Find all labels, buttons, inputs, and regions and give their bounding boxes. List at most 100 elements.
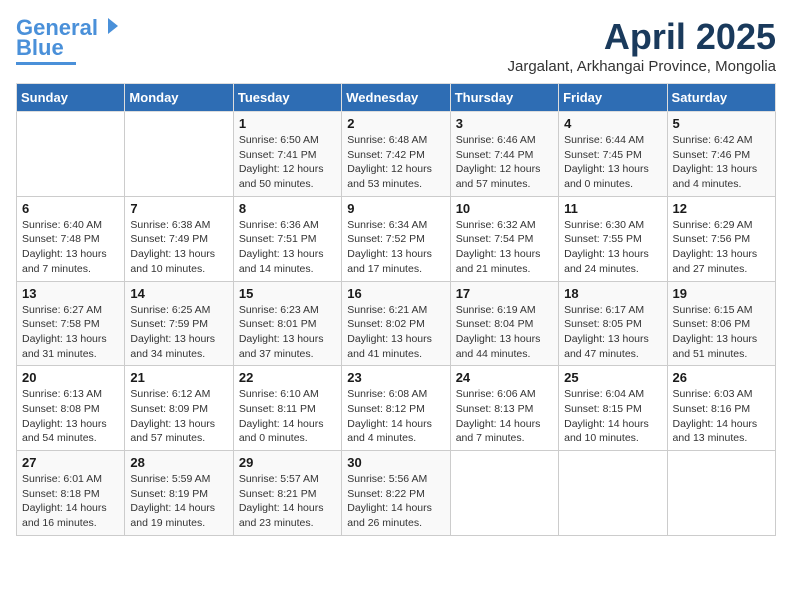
day-number: 24	[456, 370, 553, 385]
calendar-cell: 4 Sunrise: 6:44 AMSunset: 7:45 PMDaylight…	[559, 112, 667, 197]
day-info: Sunrise: 6:29 AMSunset: 7:56 PMDaylight:…	[673, 218, 770, 277]
day-info: Sunrise: 6:50 AMSunset: 7:41 PMDaylight:…	[239, 133, 336, 192]
calendar-cell: 7Sunrise: 6:38 AMSunset: 7:49 PMDaylight…	[125, 196, 233, 281]
day-number: 17	[456, 286, 553, 301]
day-number: 25	[564, 370, 661, 385]
day-info: Sunrise: 6:40 AMSunset: 7:48 PMDaylight:…	[22, 218, 119, 277]
day-number: 9	[347, 201, 444, 216]
logo-underline	[16, 62, 76, 65]
header-saturday: Saturday	[667, 84, 775, 112]
page-header: General Blue April 2025 Jargalant, Arkha…	[16, 16, 776, 75]
calendar-cell: 16Sunrise: 6:21 AMSunset: 8:02 PMDayligh…	[342, 281, 450, 366]
day-info: Sunrise: 5:57 AMSunset: 8:21 PMDaylight:…	[239, 472, 336, 531]
day-info: Sunrise: 6:12 AMSunset: 8:09 PMDaylight:…	[130, 387, 227, 446]
calendar-cell: 10Sunrise: 6:32 AMSunset: 7:54 PMDayligh…	[450, 196, 558, 281]
calendar-cell: 18Sunrise: 6:17 AMSunset: 8:05 PMDayligh…	[559, 281, 667, 366]
day-number: 4	[564, 116, 661, 131]
day-number: 3	[456, 116, 553, 131]
calendar-header: SundayMondayTuesdayWednesdayThursdayFrid…	[17, 84, 776, 112]
calendar-cell: 26Sunrise: 6:03 AMSunset: 8:16 PMDayligh…	[667, 366, 775, 451]
day-info: Sunrise: 6:25 AMSunset: 7:59 PMDaylight:…	[130, 303, 227, 362]
day-number: 13	[22, 286, 119, 301]
calendar-cell: 17 Sunrise: 6:19 AMSunset: 8:04 PMDayligh…	[450, 281, 558, 366]
calendar-cell: 5 Sunrise: 6:42 AMSunset: 7:46 PMDaylight…	[667, 112, 775, 197]
calendar-table: SundayMondayTuesdayWednesdayThursdayFrid…	[16, 83, 776, 536]
calendar-cell: 21 Sunrise: 6:12 AMSunset: 8:09 PMDayligh…	[125, 366, 233, 451]
day-info: Sunrise: 6:30 AMSunset: 7:55 PMDaylight:…	[564, 218, 661, 277]
day-info: Sunrise: 6:42 AMSunset: 7:46 PMDaylight:…	[673, 133, 770, 192]
day-number: 5	[673, 116, 770, 131]
header-thursday: Thursday	[450, 84, 558, 112]
day-info: Sunrise: 6:34 AMSunset: 7:52 PMDaylight:…	[347, 218, 444, 277]
calendar-cell: 25 Sunrise: 6:04 AMSunset: 8:15 PMDayligh…	[559, 366, 667, 451]
day-number: 10	[456, 201, 553, 216]
calendar-cell: 1 Sunrise: 6:50 AMSunset: 7:41 PMDaylight…	[233, 112, 341, 197]
day-info: Sunrise: 6:17 AMSunset: 8:05 PMDaylight:…	[564, 303, 661, 362]
day-info: Sunrise: 5:56 AMSunset: 8:22 PMDaylight:…	[347, 472, 444, 531]
logo: General Blue	[16, 16, 120, 65]
day-number: 15	[239, 286, 336, 301]
day-number: 19	[673, 286, 770, 301]
day-number: 28	[130, 455, 227, 470]
day-number: 1	[239, 116, 336, 131]
calendar-cell: 23 Sunrise: 6:08 AMSunset: 8:12 PMDayligh…	[342, 366, 450, 451]
calendar-cell: 29Sunrise: 5:57 AMSunset: 8:21 PMDayligh…	[233, 451, 341, 536]
calendar-cell	[450, 451, 558, 536]
day-number: 20	[22, 370, 119, 385]
month-title: April 2025	[508, 16, 777, 58]
calendar-cell: 6Sunrise: 6:40 AMSunset: 7:48 PMDaylight…	[17, 196, 125, 281]
header-sunday: Sunday	[17, 84, 125, 112]
day-info: Sunrise: 6:48 AMSunset: 7:42 PMDaylight:…	[347, 133, 444, 192]
day-info: Sunrise: 6:15 AMSunset: 8:06 PMDaylight:…	[673, 303, 770, 362]
day-info: Sunrise: 6:23 AMSunset: 8:01 PMDaylight:…	[239, 303, 336, 362]
week-row-3: 13 Sunrise: 6:27 AMSunset: 7:58 PMDayligh…	[17, 281, 776, 366]
day-info: Sunrise: 6:27 AMSunset: 7:58 PMDaylight:…	[22, 303, 119, 362]
day-info: Sunrise: 6:21 AMSunset: 8:02 PMDaylight:…	[347, 303, 444, 362]
calendar-cell: 3 Sunrise: 6:46 AMSunset: 7:44 PMDaylight…	[450, 112, 558, 197]
day-number: 8	[239, 201, 336, 216]
calendar-cell: 8 Sunrise: 6:36 AMSunset: 7:51 PMDaylight…	[233, 196, 341, 281]
calendar-cell: 28 Sunrise: 5:59 AMSunset: 8:19 PMDayligh…	[125, 451, 233, 536]
day-info: Sunrise: 6:46 AMSunset: 7:44 PMDaylight:…	[456, 133, 553, 192]
calendar-cell: 14 Sunrise: 6:25 AMSunset: 7:59 PMDayligh…	[125, 281, 233, 366]
week-row-2: 6Sunrise: 6:40 AMSunset: 7:48 PMDaylight…	[17, 196, 776, 281]
logo-blue: Blue	[16, 36, 64, 60]
title-section: April 2025 Jargalant, Arkhangai Province…	[508, 16, 777, 75]
calendar-cell	[559, 451, 667, 536]
day-number: 11	[564, 201, 661, 216]
logo-triangle-icon	[100, 16, 120, 36]
day-info: Sunrise: 6:38 AMSunset: 7:49 PMDaylight:…	[130, 218, 227, 277]
day-number: 30	[347, 455, 444, 470]
day-info: Sunrise: 6:36 AMSunset: 7:51 PMDaylight:…	[239, 218, 336, 277]
calendar-cell	[125, 112, 233, 197]
day-number: 21	[130, 370, 227, 385]
calendar-cell: 11 Sunrise: 6:30 AMSunset: 7:55 PMDayligh…	[559, 196, 667, 281]
location-title: Jargalant, Arkhangai Province, Mongolia	[508, 58, 777, 75]
header-friday: Friday	[559, 84, 667, 112]
calendar-cell: 15 Sunrise: 6:23 AMSunset: 8:01 PMDayligh…	[233, 281, 341, 366]
day-info: Sunrise: 6:04 AMSunset: 8:15 PMDaylight:…	[564, 387, 661, 446]
day-info: Sunrise: 6:19 AMSunset: 8:04 PMDaylight:…	[456, 303, 553, 362]
calendar-cell: 2 Sunrise: 6:48 AMSunset: 7:42 PMDaylight…	[342, 112, 450, 197]
calendar-cell: 12 Sunrise: 6:29 AMSunset: 7:56 PMDayligh…	[667, 196, 775, 281]
header-tuesday: Tuesday	[233, 84, 341, 112]
day-info: Sunrise: 6:44 AMSunset: 7:45 PMDaylight:…	[564, 133, 661, 192]
calendar-cell: 24Sunrise: 6:06 AMSunset: 8:13 PMDayligh…	[450, 366, 558, 451]
calendar-cell: 9 Sunrise: 6:34 AMSunset: 7:52 PMDaylight…	[342, 196, 450, 281]
day-number: 23	[347, 370, 444, 385]
day-info: Sunrise: 6:08 AMSunset: 8:12 PMDaylight:…	[347, 387, 444, 446]
header-wednesday: Wednesday	[342, 84, 450, 112]
week-row-5: 27Sunrise: 6:01 AMSunset: 8:18 PMDayligh…	[17, 451, 776, 536]
calendar-cell	[17, 112, 125, 197]
day-number: 26	[673, 370, 770, 385]
calendar-cell: 19 Sunrise: 6:15 AMSunset: 8:06 PMDayligh…	[667, 281, 775, 366]
day-info: Sunrise: 6:01 AMSunset: 8:18 PMDaylight:…	[22, 472, 119, 531]
calendar-cell: 27Sunrise: 6:01 AMSunset: 8:18 PMDayligh…	[17, 451, 125, 536]
day-number: 12	[673, 201, 770, 216]
day-number: 14	[130, 286, 227, 301]
day-info: Sunrise: 5:59 AMSunset: 8:19 PMDaylight:…	[130, 472, 227, 531]
day-number: 22	[239, 370, 336, 385]
calendar-cell: 22Sunrise: 6:10 AMSunset: 8:11 PMDayligh…	[233, 366, 341, 451]
day-number: 2	[347, 116, 444, 131]
week-row-1: 1 Sunrise: 6:50 AMSunset: 7:41 PMDaylight…	[17, 112, 776, 197]
